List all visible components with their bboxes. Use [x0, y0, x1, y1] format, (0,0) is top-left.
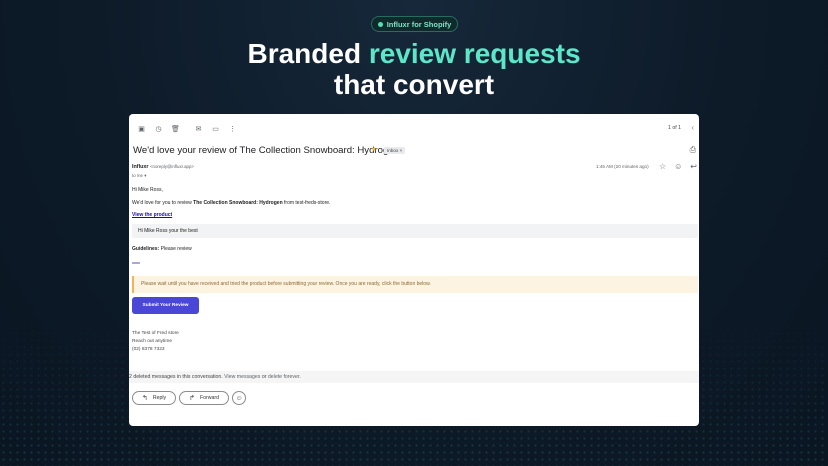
product-badge: Influxr for Shopify — [371, 16, 458, 32]
body-text: We'd love for you to review The Collecti… — [132, 200, 330, 206]
warning-banner: Please wait until you have received and … — [132, 276, 698, 293]
emoji-react-button[interactable]: ☺ — [232, 391, 247, 405]
signature-store: The Test of Fred store — [132, 331, 179, 336]
recipient-toggle[interactable]: to me ▾ — [132, 173, 146, 179]
body-pre: We'd love for you to review — [132, 200, 194, 206]
greeting: Hi Mike Ross, — [132, 187, 163, 193]
mark-unread-icon[interactable]: ✉ — [190, 124, 207, 134]
move-to-icon[interactable]: ▭ — [207, 124, 224, 134]
headline-part1: Branded — [247, 38, 369, 69]
pager: 1 of 1 — [668, 125, 681, 131]
deleted-end: . — [299, 374, 301, 380]
forward-icon: ↱ — [189, 395, 196, 402]
sender-address: <noreply@influxr.app> — [149, 164, 194, 169]
sender-name: Influxr — [132, 164, 149, 170]
emoji-react-icon: ☺ — [235, 394, 243, 402]
headline-line2: that convert — [333, 69, 495, 100]
headline-accent: review requests — [368, 38, 581, 69]
deleted-text: 2 deleted messages in this conversation. — [129, 374, 225, 380]
email-time: 1:45 AM (20 minutes ago) — [596, 164, 649, 169]
emoji-icon[interactable]: ☺ — [674, 162, 682, 171]
body-product: The Collection Snowboard: Hydrogen — [193, 200, 283, 206]
email-window: ▣ ◷ 🗑 ✉ ▭ ⋮ 1 of 1 ‹ We'd love your revi… — [129, 114, 699, 426]
reply-icon: ↰ — [142, 395, 148, 402]
guidelines: Guidelines: Please review — [132, 246, 192, 252]
badge-label: Influxr for Shopify — [386, 19, 452, 29]
archive-icon[interactable]: ▣ — [133, 124, 150, 134]
delete-forever-link[interactable]: delete forever — [268, 374, 299, 380]
deleted-or: or — [260, 374, 268, 380]
status-dot-icon — [377, 21, 383, 27]
signature: The Test of Fred store Reach out anytime… — [132, 330, 179, 354]
sender: Influxr <noreply@influxr.app> — [132, 164, 194, 170]
forward-button[interactable]: ↱ Forward — [179, 391, 230, 405]
reply-arrow-icon[interactable]: ↩ — [690, 162, 697, 171]
quote-block: Hi Mike Ross your the best — [132, 224, 698, 238]
divider — [132, 262, 140, 264]
header-actions: ☆ ☺ ↩ — [659, 162, 697, 171]
inbox-label-chip[interactable]: Inbox × — [384, 147, 406, 154]
reply-button[interactable]: ↰ Reply — [132, 391, 177, 405]
signature-tagline: Reach out anytime — [132, 339, 172, 344]
guidelines-label: Guidelines: — [132, 246, 160, 252]
body-post: from test-freds-store. — [282, 200, 331, 206]
important-marker-icon[interactable]: ■ — [372, 147, 376, 153]
star-icon[interactable]: ☆ — [659, 162, 666, 171]
reply-label: Reply — [152, 395, 167, 401]
print-icon[interactable]: ⎙ — [690, 145, 696, 155]
chevron-left-icon[interactable]: ‹ — [691, 123, 694, 132]
guidelines-text: Please review — [159, 246, 192, 252]
view-product-link[interactable]: View the product — [132, 212, 172, 218]
email-subject: We'd love your review of The Collection … — [133, 145, 399, 156]
forward-label: Forward — [200, 395, 220, 401]
snooze-icon[interactable]: ◷ — [150, 124, 167, 134]
submit-review-button[interactable]: Submit Your Review — [132, 297, 199, 314]
deleted-messages-notice: 2 deleted messages in this conversation.… — [129, 371, 699, 383]
view-messages-link[interactable]: View messages — [224, 374, 260, 380]
delete-icon[interactable]: 🗑 — [167, 124, 184, 134]
more-icon[interactable]: ⋮ — [224, 124, 241, 134]
quote-text: Hi Mike Ross your the best — [138, 228, 198, 234]
headline: Branded review requests that convert — [0, 38, 828, 100]
warning-text: Please wait until you have received and … — [141, 281, 431, 287]
signature-phone: (02) 8378 7323 — [132, 347, 165, 352]
email-toolbar: ▣ ◷ 🗑 ✉ ▭ ⋮ — [133, 124, 241, 134]
reply-bar: ↰ Reply ↱ Forward ☺ — [132, 391, 247, 405]
